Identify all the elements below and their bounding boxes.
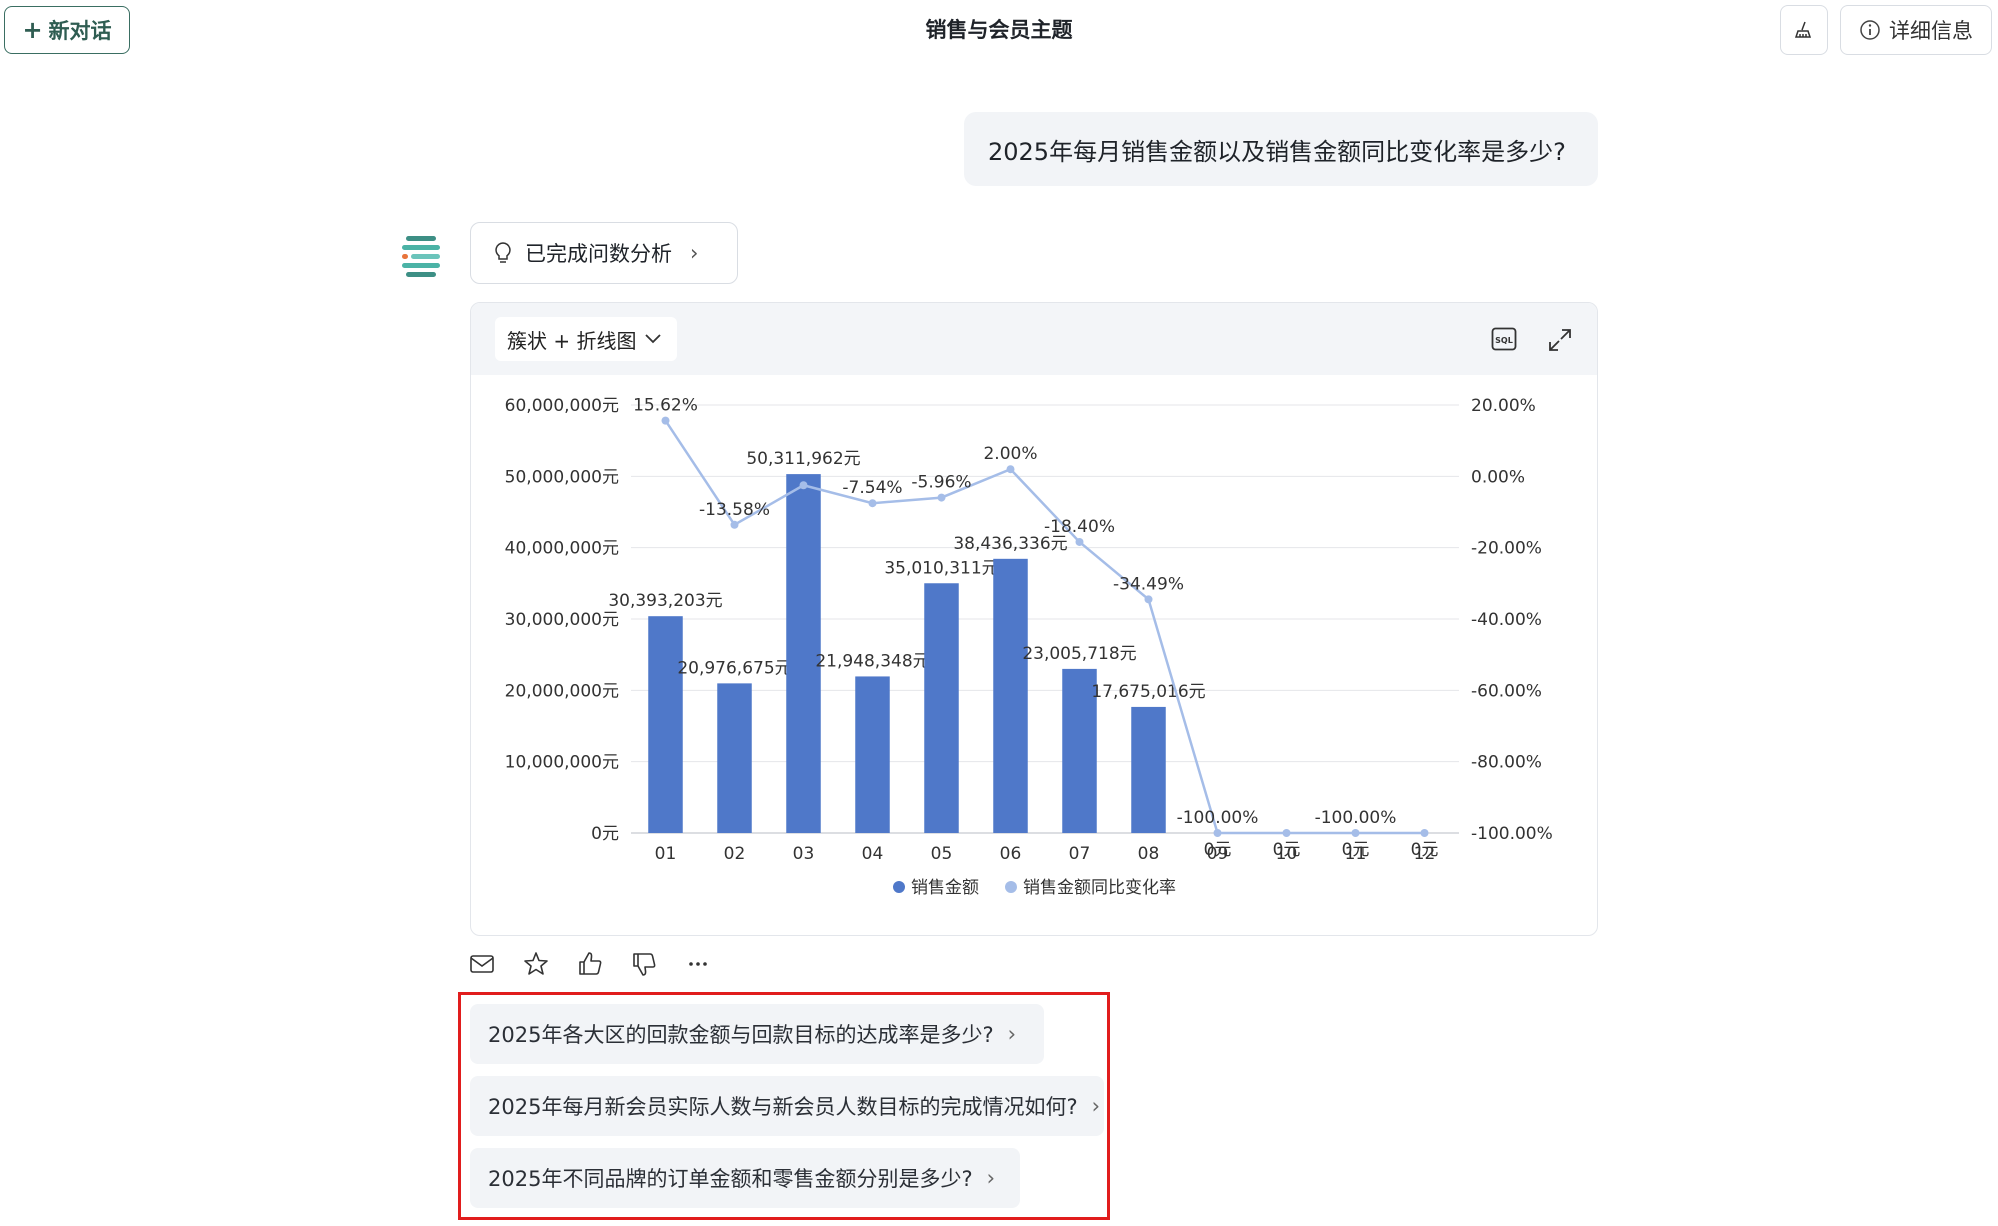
combo-chart: 0元 10,000,000元 20,000,000元 30,000,000元 40,00… <box>505 396 1553 898</box>
line-point <box>1144 595 1153 604</box>
line-data-label: -5.96% <box>911 473 971 493</box>
y-right-tick-label: 0.00% <box>1471 467 1525 487</box>
thumbs-down-icon[interactable] <box>630 950 658 978</box>
x-tick-label: 10 <box>1276 844 1298 864</box>
line-point <box>868 499 877 508</box>
chevron-down-icon <box>645 334 662 344</box>
detail-label: 详细信息 <box>1889 19 1973 43</box>
analysis-chip-label: 已完成问数分析 <box>525 242 672 266</box>
line-point <box>1213 829 1222 837</box>
x-tick-label: 11 <box>1345 844 1367 864</box>
bar <box>855 676 890 833</box>
x-tick-label: 03 <box>793 844 815 864</box>
bar <box>717 683 752 833</box>
line-series <box>664 419 1425 835</box>
line-point <box>1282 829 1291 837</box>
line-data-label: 15.62% <box>633 396 698 416</box>
x-tick-label: 08 <box>1138 844 1160 864</box>
svg-text:SQL: SQL <box>1495 336 1513 345</box>
y-right-tick-label: -20.00% <box>1471 539 1542 559</box>
sql-icon[interactable]: SQL <box>1491 327 1517 351</box>
user-message-text: 2025年每月销售金额以及销售金额同比变化率是多少? <box>988 137 1566 166</box>
chart-card-header: 簇状 + 折线图 SQL <box>471 303 1597 375</box>
legend-marker <box>893 881 905 893</box>
bar-data-label: 20,976,675元 <box>677 658 791 678</box>
more-icon[interactable] <box>684 950 712 978</box>
line-point <box>661 416 670 425</box>
bar-data-label: 30,393,203元 <box>608 591 722 611</box>
chart-card: 簇状 + 折线图 SQL 0元 10,000,000元 20,000,000元 30,… <box>470 302 1598 936</box>
line-data-label: -100.00% <box>1177 808 1259 828</box>
line-point <box>937 493 946 502</box>
line-point <box>1420 829 1429 837</box>
bar <box>1131 706 1166 833</box>
x-tick-label: 09 <box>1207 844 1229 864</box>
legend-label: 销售金额同比变化率 <box>1023 878 1176 898</box>
y-right-tick-label: -100.00% <box>1471 824 1553 844</box>
line-data-label: -18.40% <box>1044 517 1115 537</box>
line-data-label: -100.00% <box>1315 808 1397 828</box>
x-tick-label: 12 <box>1414 844 1436 864</box>
thumbs-up-icon[interactable] <box>576 950 604 978</box>
star-icon[interactable] <box>522 950 550 978</box>
y-right-tick-label: -40.00% <box>1471 610 1542 630</box>
chart-type-label: 簇状 + 折线图 <box>507 328 637 353</box>
bar-data-label: 21,948,348元 <box>815 651 929 671</box>
line-data-label: -34.49% <box>1113 574 1184 594</box>
clear-button[interactable] <box>1780 5 1828 55</box>
bar-data-label: 50,311,962元 <box>746 449 860 469</box>
y-left-tick-label: 60,000,000元 <box>505 396 619 416</box>
y-left-tick-label: 30,000,000元 <box>505 610 619 630</box>
y-right-tick-label: -60.00% <box>1471 681 1542 701</box>
mail-icon[interactable] <box>468 950 496 978</box>
line-point <box>799 481 808 490</box>
bar-data-label: 23,005,718元 <box>1022 644 1136 664</box>
x-tick-label: 02 <box>724 844 746 864</box>
y-left-tick-label: 40,000,000元 <box>505 539 619 559</box>
line-data-label: -7.54% <box>842 478 902 498</box>
x-tick-label: 06 <box>1000 844 1022 864</box>
line-point <box>1006 465 1015 474</box>
chevron-right-icon: › <box>690 241 699 265</box>
lightbulb-icon <box>495 242 511 263</box>
y-left-tick-label: 0元 <box>591 824 619 844</box>
suggestions-highlight-box <box>458 992 1110 1220</box>
assistant-avatar <box>402 236 440 277</box>
chart-type-select[interactable]: 簇状 + 折线图 <box>495 317 677 361</box>
x-tick-label: 05 <box>931 844 953 864</box>
x-tick-label: 07 <box>1069 844 1091 864</box>
line-point <box>1351 829 1360 837</box>
page-title: 销售与会员主题 <box>925 18 1073 42</box>
x-tick-label: 04 <box>862 844 884 864</box>
y-right-tick-label: 20.00% <box>1471 396 1536 416</box>
detail-button[interactable]: 详细信息 <box>1840 5 1992 55</box>
line-data-label: 2.00% <box>983 444 1037 464</box>
x-tick-label: 01 <box>655 844 677 864</box>
legend-marker <box>1005 881 1017 893</box>
bar-data-label: 35,010,311元 <box>884 558 998 578</box>
y-left-tick-label: 50,000,000元 <box>505 467 619 487</box>
bar <box>993 558 1028 833</box>
broom-icon <box>1794 21 1812 38</box>
user-message-bubble: 2025年每月销售金额以及销售金额同比变化率是多少? <box>964 112 1598 186</box>
info-icon <box>1860 20 1880 40</box>
bar <box>924 583 959 833</box>
line-point <box>730 520 739 529</box>
legend-label: 销售金额 <box>911 878 979 898</box>
bar <box>648 616 683 833</box>
analysis-status-chip[interactable]: 已完成问数分析 › <box>470 222 738 284</box>
y-right-tick-label: -80.00% <box>1471 753 1542 773</box>
y-left-tick-label: 10,000,000元 <box>505 753 619 773</box>
line-point <box>1075 537 1084 546</box>
expand-icon[interactable] <box>1547 327 1573 353</box>
y-left-tick-label: 20,000,000元 <box>505 681 619 701</box>
bar-data-label: 17,675,016元 <box>1091 682 1205 702</box>
line-data-label: -13.58% <box>699 500 770 520</box>
